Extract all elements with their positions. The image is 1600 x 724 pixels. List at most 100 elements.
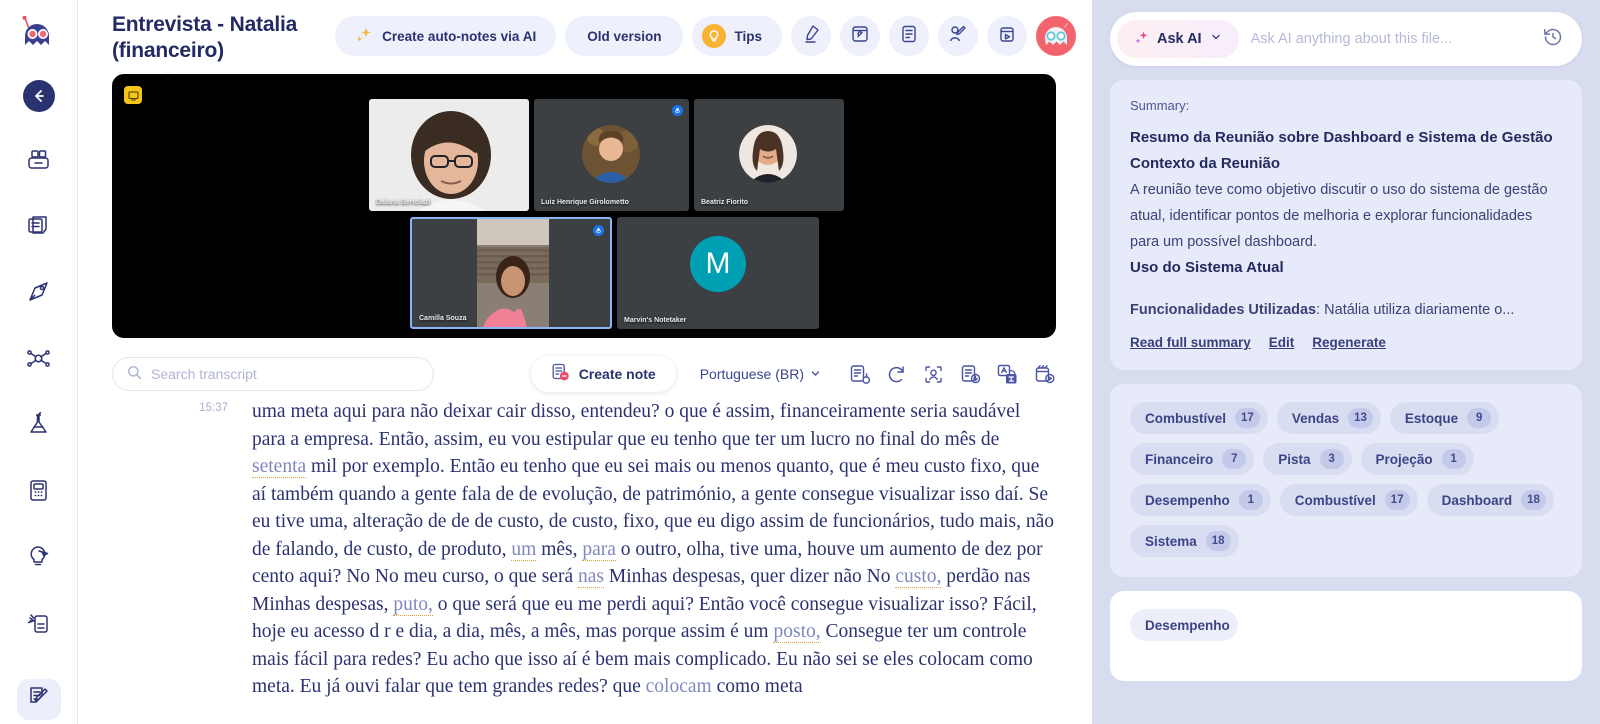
old-version-button[interactable]: Old version — [565, 16, 684, 56]
tips-label: Tips — [734, 28, 762, 44]
tag-chip[interactable]: Dashboard 18 — [1426, 484, 1554, 516]
participant-grid: Daiana Bertolazi Luiz Henrique Girolomet… — [354, 74, 844, 338]
tag-chip[interactable]: Pista 3 — [1263, 443, 1352, 475]
transcript-highlight-word[interactable]: para — [582, 538, 616, 561]
transcript-segment: uma meta aqui para não deixar cair disso… — [252, 401, 1021, 450]
tag-chip-label: Desempenho — [1145, 617, 1230, 633]
tag-chip[interactable]: Vendas 13 — [1276, 402, 1381, 434]
highlighter-pen-icon — [801, 24, 821, 49]
edit-summary-link[interactable]: Edit — [1269, 335, 1295, 350]
tag-chip[interactable]: Desempenho — [1130, 609, 1238, 641]
history-icon[interactable] — [1542, 26, 1564, 53]
speaker-detect-icon[interactable] — [921, 362, 945, 386]
clip-video-icon[interactable] — [1032, 362, 1056, 386]
report-edit-icon — [26, 684, 51, 714]
tag-chip[interactable]: Projeção 1 — [1360, 443, 1474, 475]
chevron-down-icon — [810, 366, 821, 382]
transcript-segment: Minhas despesas, quer dizer não No — [603, 566, 896, 587]
lightbulb-insight-icon — [26, 544, 51, 574]
tag-chip[interactable]: Estoque 9 — [1389, 402, 1500, 434]
tag-chip-count: 18 — [1205, 531, 1231, 551]
tag-chip[interactable]: Financeiro 7 — [1130, 443, 1255, 475]
video-player[interactable]: Daiana Bertolazi Luiz Henrique Girolomet… — [112, 74, 1056, 338]
language-label: Portuguese (BR) — [699, 366, 804, 382]
summary-heading-3: Uso do Sistema Atual — [1130, 259, 1284, 276]
transcript-highlight-word[interactable]: posto, — [773, 621, 821, 643]
sparkle-icon — [1134, 30, 1149, 49]
ask-ai-dropdown[interactable]: Ask AI — [1117, 20, 1239, 58]
tag-chip-label: Desempenho — [1145, 492, 1230, 508]
transcript-highlight-word[interactable]: um — [511, 538, 537, 561]
sidebar-item-back[interactable] — [17, 75, 61, 116]
sparkle-icon — [355, 26, 373, 47]
tag-chip[interactable]: Combustível 17 — [1130, 402, 1268, 434]
transcript-segment: como meta — [711, 676, 803, 697]
summarize-icon[interactable] — [847, 362, 871, 386]
participant-name: Luiz Henrique Girolometto — [541, 199, 629, 206]
sidebar-item-experiments[interactable] — [17, 406, 61, 447]
ask-ai-input[interactable] — [1250, 31, 1530, 47]
transcript-highlight-word[interactable]: nas — [577, 566, 604, 588]
search-icon — [127, 365, 142, 383]
mic-muted-icon — [672, 105, 683, 116]
tag-chip[interactable]: Combustível 17 — [1279, 484, 1418, 516]
tips-button[interactable]: Tips — [692, 16, 782, 56]
sidebar-item-tags[interactable] — [17, 274, 61, 315]
tag-chip-label: Pista — [1278, 451, 1311, 467]
attach-link-button[interactable] — [840, 16, 880, 56]
summary-label: Summary: — [1130, 98, 1190, 113]
translate-icon[interactable] — [995, 362, 1019, 386]
highlighter-button[interactable] — [791, 16, 831, 56]
tag-chip[interactable]: Sistema 18 — [1130, 525, 1239, 557]
sidebar-item-library[interactable] — [17, 142, 61, 183]
tag-chip-count: 7 — [1222, 449, 1247, 469]
annotate-person-button[interactable] — [938, 16, 978, 56]
app-logo[interactable] — [16, 14, 62, 57]
search-input[interactable] — [151, 366, 419, 382]
page-title: Entrevista - Natalia (financeiro) — [112, 13, 298, 62]
tag-chip-count: 9 — [1467, 408, 1492, 428]
tag-chip-count: 17 — [1384, 490, 1410, 510]
sidebar-item-notes[interactable] — [17, 208, 61, 249]
transcript-highlight-word[interactable]: puto, — [393, 593, 433, 616]
participant-tile-notetaker[interactable]: M Marvin's Notetaker — [617, 217, 819, 329]
video-clips-button[interactable] — [987, 16, 1027, 56]
summary-heading-1: Resumo da Reunião sobre Dashboard e Sist… — [1130, 129, 1553, 146]
sidebar-item-network[interactable] — [17, 340, 61, 381]
summary-actions: Read full summary Edit Regenerate — [1130, 335, 1562, 350]
participant-tile[interactable]: Beatriz Fiorito — [694, 99, 844, 211]
screenshare-badge-icon — [124, 86, 142, 104]
old-version-label: Old version — [587, 28, 662, 44]
transcript-highlight-word[interactable]: colocam — [646, 676, 712, 697]
network-icon — [26, 346, 51, 376]
read-full-summary-link[interactable]: Read full summary — [1130, 335, 1251, 350]
sidebar-item-highlights[interactable] — [17, 605, 61, 646]
download-transcript-icon[interactable] — [958, 362, 982, 386]
back-arrow-icon — [22, 80, 55, 113]
search-transcript-field[interactable] — [112, 357, 434, 391]
language-selector[interactable]: Portuguese (BR) — [700, 366, 821, 382]
sidebar-item-reports[interactable] — [16, 678, 61, 721]
user-avatar[interactable] — [1036, 16, 1076, 56]
tag-chip-label: Combustível — [1145, 410, 1227, 426]
participant-tile-active[interactable]: Camilla Souza — [410, 217, 612, 329]
participant-tile[interactable]: Luiz Henrique Girolometto — [534, 99, 689, 211]
tag-chip-label: Vendas — [1291, 410, 1340, 426]
transcript-scroll-area[interactable]: 15:37 uma meta aqui para não deixar cair… — [78, 398, 1092, 724]
regenerate-summary-link[interactable]: Regenerate — [1312, 335, 1386, 350]
refresh-icon[interactable] — [884, 362, 908, 386]
header-bar: Entrevista - Natalia (financeiro) Xpert … — [78, 0, 1092, 100]
create-note-button[interactable]: Create note — [530, 356, 676, 392]
document-button[interactable] — [889, 16, 929, 56]
app-root: Entrevista - Natalia (financeiro) Xpert … — [0, 0, 1600, 724]
summary-heading-2: Contexto da Reunião — [1130, 155, 1281, 172]
sidebar-item-mobile[interactable] — [17, 472, 61, 513]
transcript-highlight-word[interactable]: custo, — [895, 566, 942, 588]
tag-chip[interactable]: Desempenho 1 — [1130, 484, 1271, 516]
sidebar-item-insights[interactable] — [17, 539, 61, 580]
transcript-highlight-word[interactable]: setenta — [252, 456, 307, 478]
transcript-text[interactable]: uma meta aqui para não deixar cair disso… — [252, 398, 1056, 701]
create-auto-notes-button[interactable]: Create auto-notes via AI — [335, 16, 557, 56]
create-note-label: Create note — [578, 366, 656, 382]
participant-tile[interactable]: Daiana Bertolazi — [369, 99, 529, 211]
